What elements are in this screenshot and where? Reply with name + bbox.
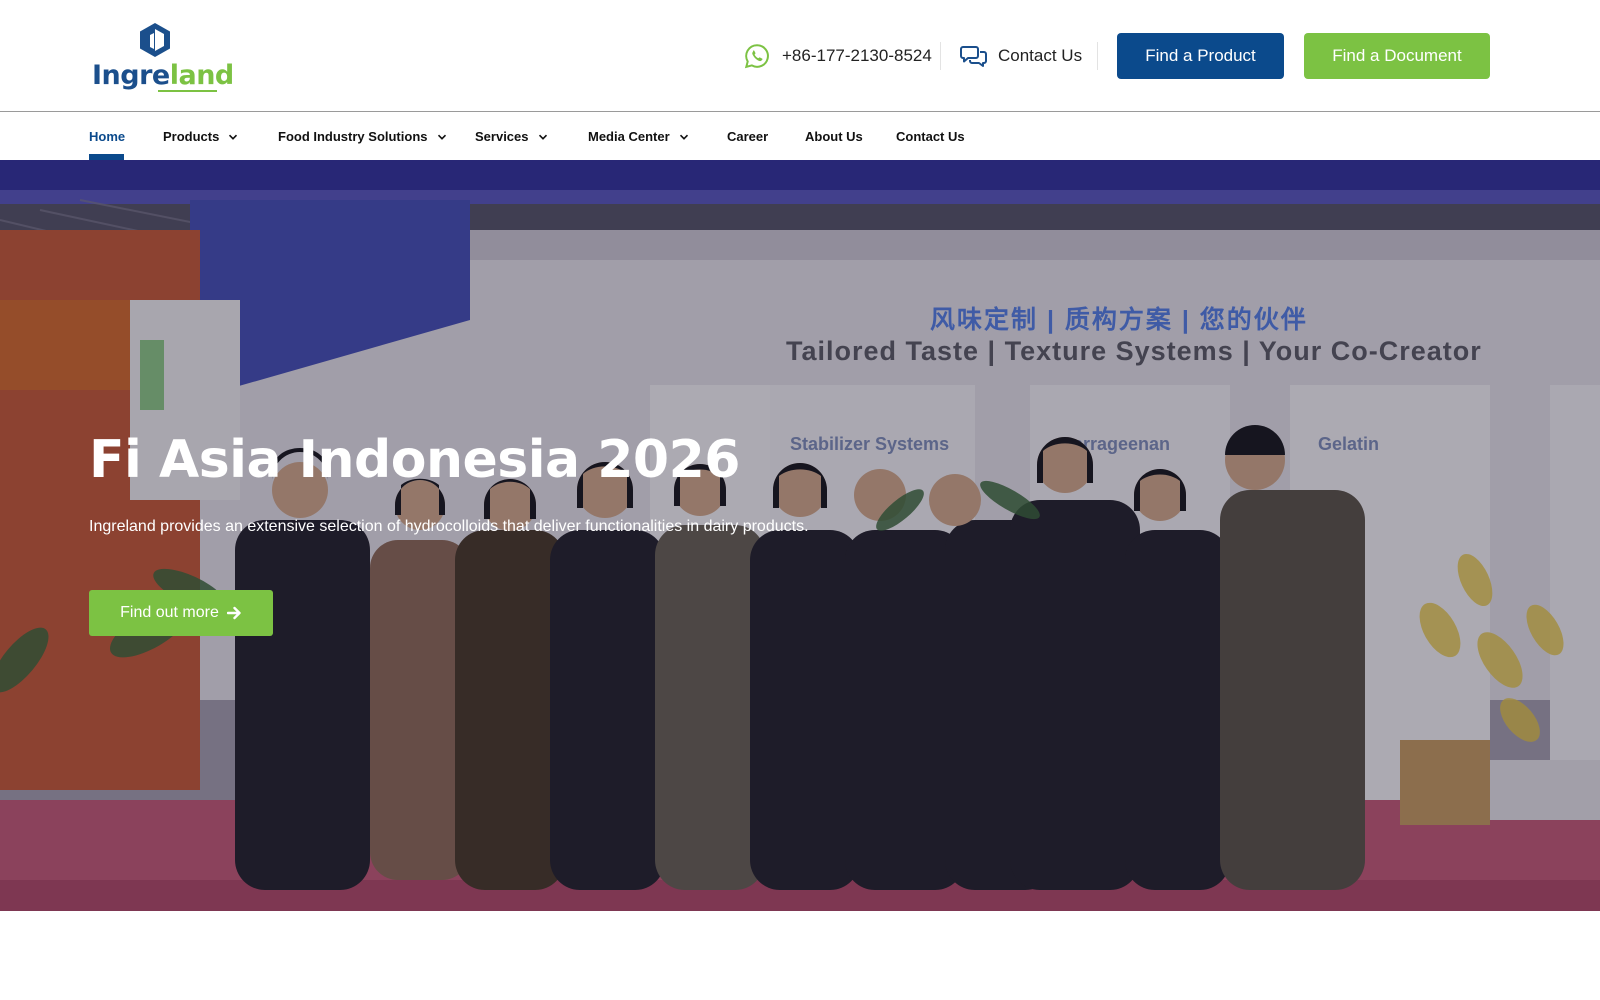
find-out-more-button[interactable]: Find out more bbox=[89, 590, 273, 636]
nav-item-food-industry-solutions[interactable]: Food Industry Solutions bbox=[278, 113, 447, 160]
find-product-button[interactable]: Find a Product bbox=[1117, 33, 1284, 79]
phone-link[interactable]: +86-177-2130-8524 bbox=[744, 40, 932, 72]
contact-label: Contact Us bbox=[998, 46, 1083, 65]
nav-item-about-us[interactable]: About Us bbox=[805, 113, 863, 160]
chevron-down-icon bbox=[679, 134, 688, 140]
main-nav: Home Products Food Industry Solutions Se… bbox=[0, 113, 1600, 160]
chevron-down-icon bbox=[437, 134, 446, 140]
hero-title: Fi Asia Indonesia 2026 bbox=[89, 430, 740, 490]
header-divider bbox=[940, 42, 941, 70]
whatsapp-icon bbox=[744, 44, 769, 69]
nav-item-media-center[interactable]: Media Center bbox=[588, 113, 689, 160]
hero-banner: Stabilizer Systems Carrageenan Gelatin 风… bbox=[0, 160, 1600, 911]
contact-link[interactable]: Contact Us bbox=[960, 40, 1082, 72]
header-divider bbox=[1097, 42, 1098, 70]
nav-item-label: Products bbox=[163, 129, 220, 144]
nav-item-contact-us[interactable]: Contact Us bbox=[896, 113, 965, 160]
cta-label: Find out more bbox=[120, 604, 219, 621]
logo-underline bbox=[158, 90, 217, 92]
nav-item-label: Home bbox=[89, 129, 126, 144]
chat-bubbles-icon bbox=[960, 46, 987, 67]
nav-item-label: Food Industry Solutions bbox=[278, 129, 428, 144]
nav-item-label: Career bbox=[727, 129, 769, 144]
phone-number: +86-177-2130-8524 bbox=[782, 46, 932, 65]
logo-wordmark: Ingreland bbox=[92, 60, 234, 91]
find-document-button[interactable]: Find a Document bbox=[1304, 33, 1490, 79]
arrow-right-icon bbox=[226, 606, 241, 620]
nav-item-label: About Us bbox=[805, 129, 863, 144]
nav-item-home[interactable]: Home bbox=[89, 113, 125, 160]
nav-item-label: Services bbox=[475, 129, 529, 144]
booth-slogan-english: Tailored Taste | Texture Systems | Your … bbox=[786, 336, 1482, 366]
hexagon-logo-icon bbox=[140, 23, 170, 57]
nav-item-services[interactable]: Services bbox=[475, 113, 548, 160]
nav-item-label: Media Center bbox=[588, 129, 670, 144]
site-logo[interactable]: Ingreland bbox=[92, 20, 234, 94]
nav-item-products[interactable]: Products bbox=[163, 113, 238, 160]
nav-item-career[interactable]: Career bbox=[727, 113, 768, 160]
hero-subtitle: Ingreland provides an extensive selectio… bbox=[89, 518, 809, 535]
chevron-down-icon bbox=[229, 134, 238, 140]
chevron-down-icon bbox=[538, 134, 547, 140]
site-header: Ingreland +86-177-2130-8524 Contact Us F… bbox=[0, 0, 1600, 112]
nav-item-label: Contact Us bbox=[896, 129, 965, 144]
booth-slogan-chinese: 风味定制 | 质构方案 | 您的伙伴 bbox=[930, 306, 1308, 334]
